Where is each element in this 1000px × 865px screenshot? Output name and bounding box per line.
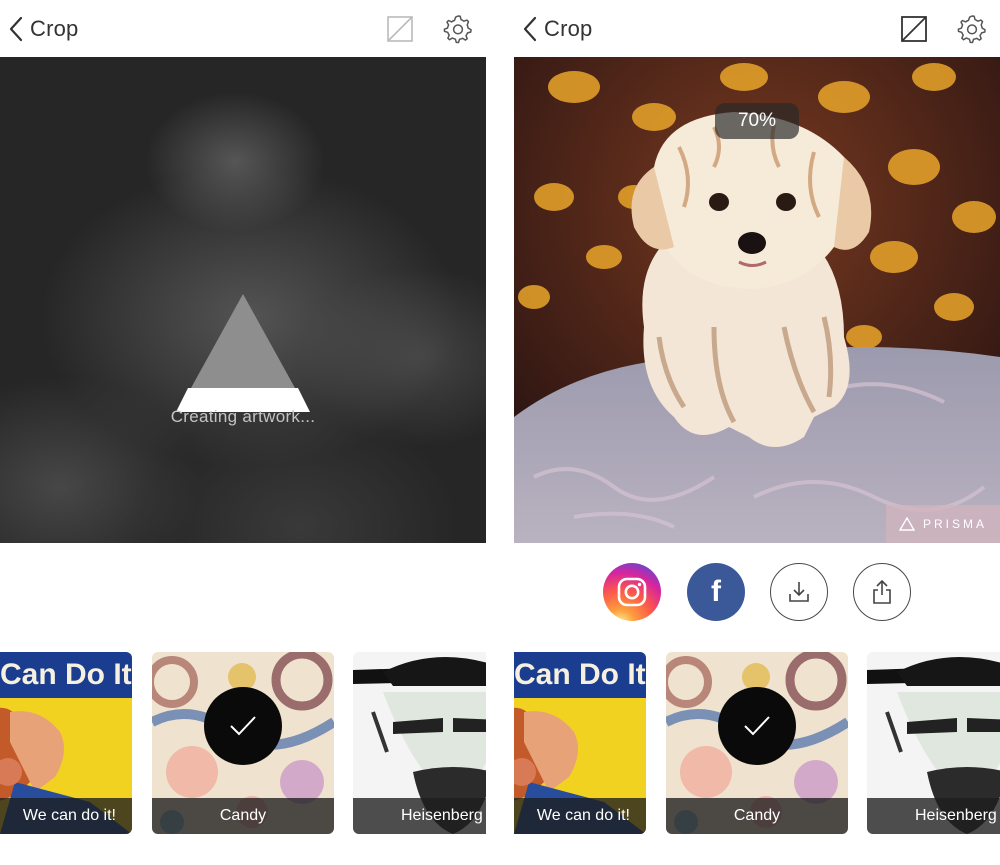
filter-label-bar: Candy [152,798,334,834]
filter-label: Candy [219,807,267,824]
prisma-logo-icon [898,517,915,531]
filter-label-bar: Heisenberg [867,798,1000,834]
prisma-triangle-icon [176,294,310,412]
back-button-label: Crop [544,16,593,41]
artwork-canvas[interactable]: 70% PRISMA [514,57,1000,543]
checkmark-icon [230,716,256,736]
chevron-left-icon [9,16,23,42]
thumb-can-do-it-text: Can Do It! [0,658,132,691]
checkmark-icon [744,716,770,736]
filter-label: We can do it! [22,807,116,824]
aspect-ratio-icon[interactable] [900,15,928,43]
download-icon [789,582,809,602]
share-actions: f [514,563,1000,623]
filter-label: We can do it! [536,807,630,824]
filter-label: Heisenberg [915,807,997,824]
filter-label-bar: We can do it! [514,798,646,834]
back-button[interactable]: Crop [8,12,79,46]
prisma-watermark[interactable]: PRISMA [886,505,1000,543]
save-button[interactable] [770,563,828,621]
facebook-icon: f [711,575,721,608]
watermark-text: PRISMA [922,517,987,531]
share-icon [873,579,891,604]
filter-label-bar: Candy [666,798,848,834]
back-button-label: Crop [30,16,79,41]
top-navbar: Crop [0,0,486,57]
gear-icon[interactable] [442,13,474,45]
filter-label: Candy [733,807,781,824]
top-navbar: Crop [514,0,1000,57]
filter-we-can-do-it[interactable]: Can Do It! We can do it! [514,652,646,834]
screen-result: Crop 70% PRISMA f Can Do It! We can do i… [514,0,1000,865]
chevron-left-icon [523,16,537,42]
facebook-button[interactable]: f [687,563,745,621]
filter-we-can-do-it[interactable]: Can Do It! We can do it! [0,652,132,834]
creating-artwork-text: Creating artwork... [170,407,316,426]
aspect-ratio-icon[interactable] [386,15,414,43]
filter-label: Heisenberg [401,807,483,824]
filter-carousel[interactable]: Can Do It! We can do it! Candy Heisenber… [0,652,486,834]
filter-carousel[interactable]: Can Do It! We can do it! Candy Heisenber… [514,652,1000,834]
instagram-icon [617,577,647,607]
gear-icon[interactable] [956,13,988,45]
selected-check-badge [204,687,282,765]
selected-check-badge [718,687,796,765]
filter-label-bar: We can do it! [0,798,132,834]
share-button[interactable] [853,563,911,621]
processing-canvas: Creating artwork... [0,57,486,543]
intensity-percent-label[interactable]: 70% [715,103,799,139]
thumb-can-do-it-text: Can Do It! [514,658,646,691]
instagram-button[interactable] [603,563,661,621]
filter-candy[interactable]: Candy [666,652,848,834]
filter-candy[interactable]: Candy [152,652,334,834]
filter-heisenberg[interactable]: Heisenberg [867,652,1000,834]
filter-label-bar: Heisenberg [353,798,486,834]
back-button[interactable]: Crop [522,12,593,46]
filter-heisenberg[interactable]: Heisenberg [353,652,486,834]
screen-processing: Crop Creating artwork... Can Do It! We c… [0,0,486,865]
